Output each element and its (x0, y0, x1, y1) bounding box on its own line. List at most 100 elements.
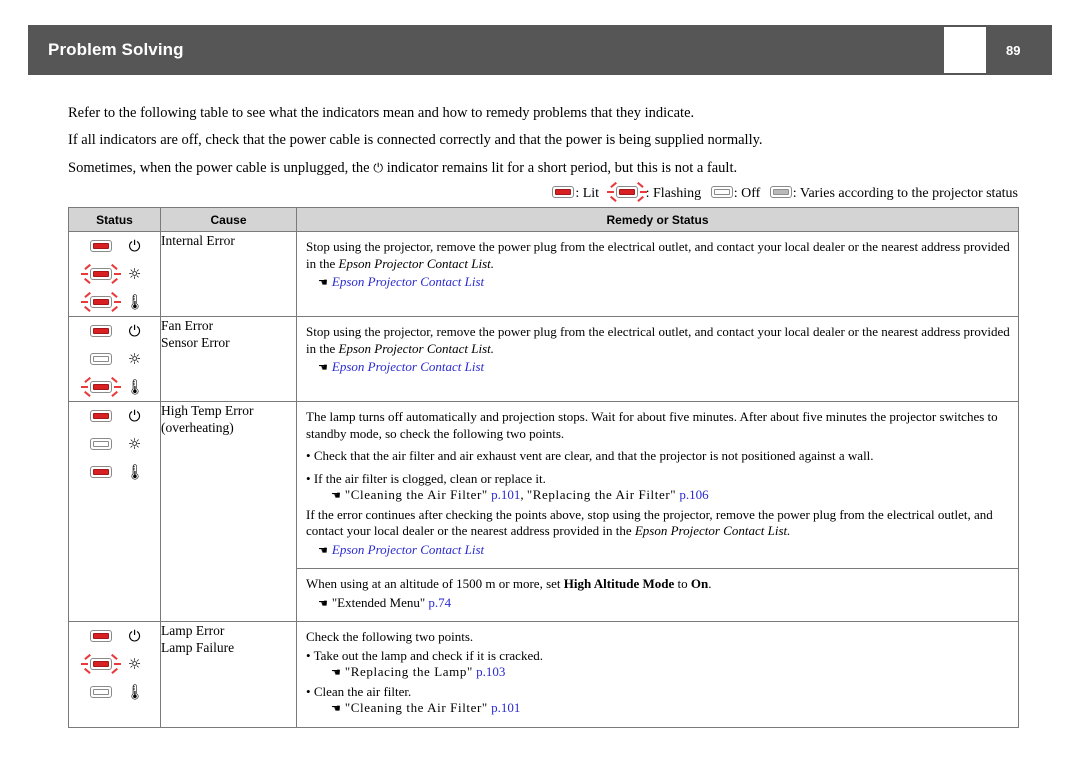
reference-link-row: ☚ "Replacing the Lamp" p.103 (306, 664, 1010, 682)
lamp-symbol-icon: ☼ (127, 654, 142, 673)
remedy-paragraph: Stop using the projector, remove the pow… (306, 239, 1010, 272)
indicator-row-lamp: ☼ (69, 260, 160, 288)
link-page-101[interactable]: p.101 (491, 487, 520, 502)
status-indicators-cell: ⏻ ☼ 🌡 (68, 621, 161, 728)
remedy-cell: Stop using the projector, remove the pow… (296, 316, 1019, 402)
lamp-flashing-icon (80, 376, 121, 398)
reference-link-row: ☚ Epson Projector Contact List (306, 542, 1010, 560)
remedy-cell: The lamp turns off automatically and pro… (296, 401, 1019, 622)
column-header-remedy: Remedy or Status (296, 207, 1019, 232)
lamp-flashing-icon (80, 263, 121, 285)
indicator-row-lamp: ☼ (69, 650, 160, 678)
indicator-row-power: ⏻ (69, 622, 160, 650)
remedy-block-altitude: When using at an altitude of 1500 m or m… (297, 568, 1018, 621)
indicator-row-temp: 🌡 (69, 288, 160, 316)
indicator-row-temp: 🌡 (69, 678, 160, 706)
status-indicators-cell: ⏻ ☼ 🌡 (68, 231, 161, 317)
pointing-hand-icon: ☚ (318, 543, 328, 557)
remedy-closing-paragraph: If the error continues after checking th… (306, 507, 1010, 540)
remedy-bullet: Check that the air filter and air exhaus… (306, 448, 1010, 465)
cause-cell: Lamp Error Lamp Failure (160, 621, 297, 728)
contact-list-italic: Epson Projector Contact List. (634, 523, 791, 538)
lamp-symbol-icon: ☼ (127, 434, 142, 453)
remedy-paragraph: Stop using the projector, remove the pow… (306, 324, 1010, 357)
lamp-lit-icon (89, 630, 112, 642)
cause-line: High Temp Error (161, 403, 254, 418)
cause-cell: Internal Error (160, 231, 297, 317)
indicator-row-temp: 🌡 (69, 373, 160, 401)
legend-item-off: : Off (710, 186, 764, 201)
lamp-lit-icon (89, 325, 112, 337)
link-page-74[interactable]: p.74 (428, 595, 451, 610)
column-header-cause: Cause (160, 207, 297, 232)
legend-item-lit: : Lit (552, 186, 602, 201)
remedy-text: . (708, 576, 712, 591)
intro-paragraph-3-after: indicator remains lit for a short period… (383, 160, 738, 176)
contact-list-italic: Epson Projector Contact List. (338, 340, 495, 356)
link-page-103[interactable]: p.103 (476, 664, 505, 679)
indicator-legend: : Lit : Flashing : Off : Varies accordin… (68, 181, 1018, 203)
power-symbol-icon: ⏻ (128, 626, 141, 645)
remedy-block: Check the following two points. Take out… (297, 622, 1018, 727)
remedy-intro: Check the following two points. (306, 629, 474, 644)
intro-paragraph-1: Refer to the following table to see what… (68, 105, 695, 121)
table-row: ⏻ ☼ 🌡 Lamp Error Lamp Failure Check the … (68, 621, 1019, 728)
cause-line: Lamp Failure (161, 640, 235, 655)
remedy-bullet: Clean the air filter. (306, 684, 1010, 701)
indicator-row-temp: 🌡 (69, 458, 160, 486)
lamp-flashing-icon (606, 181, 647, 203)
temperature-symbol-icon: 🌡 (125, 377, 145, 396)
lamp-flashing-icon (80, 653, 121, 675)
lamp-symbol-icon: ☼ (127, 349, 142, 368)
link-page-101[interactable]: p.101 (491, 700, 520, 715)
power-symbol-icon: ⏻ (373, 160, 384, 175)
lamp-lit-icon (552, 186, 575, 198)
power-symbol-icon: ⏻ (128, 236, 141, 255)
remedy-intro: The lamp turns off automatically and pro… (306, 409, 998, 441)
page-header: Problem Solving 89 (28, 25, 1052, 75)
lamp-symbol-icon: ☼ (127, 264, 142, 283)
lamp-off-icon (89, 438, 112, 450)
intro-paragraph-2: If all indicators are off, check that th… (68, 132, 763, 148)
legend-label-off: : Off (733, 186, 761, 201)
remedy-text: to (674, 576, 691, 591)
legend-item-flashing: : Flashing (606, 181, 705, 203)
lamp-lit-icon (89, 240, 112, 252)
pointing-hand-icon: ☚ (318, 596, 328, 610)
indicator-row-power: ⏻ (69, 402, 160, 430)
link-page-106[interactable]: p.106 (679, 487, 708, 502)
link-epson-contact-list[interactable]: Epson Projector Contact List (332, 274, 484, 289)
indicator-row-lamp: ☼ (69, 430, 160, 458)
remedy-bullet: If the air filter is clogged, clean or r… (306, 471, 1010, 488)
lamp-lit-icon (89, 466, 112, 478)
header-notch (944, 27, 986, 73)
link-epson-contact-list[interactable]: Epson Projector Contact List (332, 359, 484, 374)
pointing-hand-icon: ☚ (331, 702, 341, 715)
remedy-cell: Check the following two points. Take out… (296, 621, 1019, 728)
reference-link-row: ☚ Epson Projector Contact List (306, 359, 1010, 377)
temperature-symbol-icon: 🌡 (125, 462, 145, 481)
legend-label-lit: : Lit (575, 186, 600, 201)
cause-line: Sensor Error (161, 335, 230, 350)
remedy-block: Stop using the projector, remove the pow… (297, 317, 1018, 386)
reference-link-row: ☚ "Extended Menu" p.74 (306, 595, 1010, 613)
lamp-off-icon (710, 186, 733, 198)
reference-title: "Cleaning the Air Filter" (344, 487, 488, 502)
column-header-status: Status (68, 207, 161, 232)
remedy-text: When using at an altitude of 1500 m or m… (306, 576, 564, 591)
pointing-hand-icon: ☚ (331, 489, 341, 502)
setting-name-high-altitude-mode: High Altitude Mode (563, 576, 675, 591)
reference-title: "Cleaning the Air Filter" (344, 700, 488, 715)
reference-title: "Replacing the Air Filter" (526, 487, 677, 502)
intro-paragraphs: Refer to the following table to see what… (68, 106, 1018, 188)
indicator-status-table: Status Cause Remedy or Status ⏻ ☼ 🌡 Inte… (68, 207, 1019, 728)
intro-paragraph-3-before: Sometimes, when the power cable is unplu… (68, 160, 374, 176)
lamp-off-icon (89, 686, 112, 698)
reference-link-row: ☚ Epson Projector Contact List (306, 274, 1010, 292)
pointing-hand-icon: ☚ (318, 361, 328, 374)
reference-title: "Replacing the Lamp" (344, 664, 473, 679)
link-epson-contact-list[interactable]: Epson Projector Contact List (332, 542, 484, 557)
reference-title: "Extended Menu" (331, 594, 426, 610)
setting-value-on: On (690, 576, 709, 591)
cause-line: (overheating) (161, 420, 234, 435)
